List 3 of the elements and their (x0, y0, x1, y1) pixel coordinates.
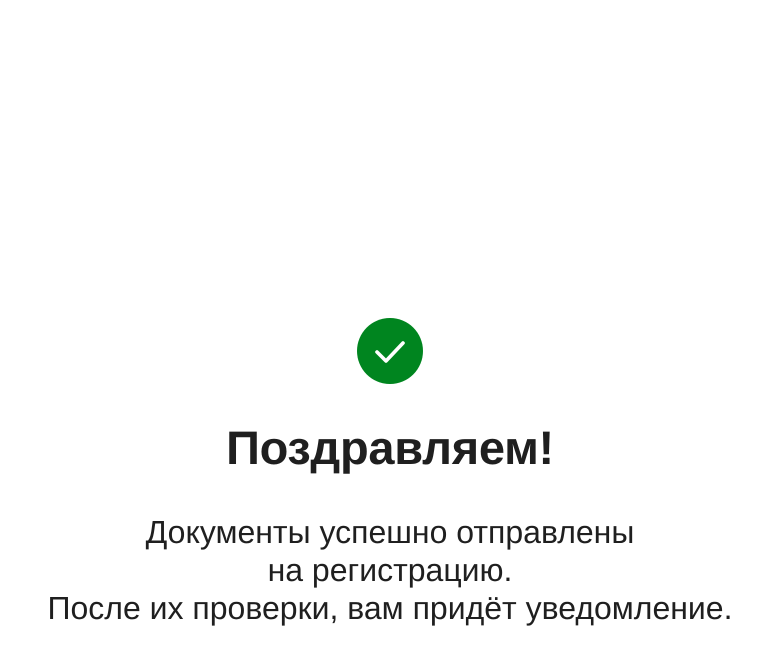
check-circle-icon (357, 318, 423, 384)
success-heading: Поздравляем! (226, 420, 554, 476)
confirmation-message: Документы успешно отправлены на регистрацию. После их проверки, вам придёт уведомление. (48, 513, 732, 628)
